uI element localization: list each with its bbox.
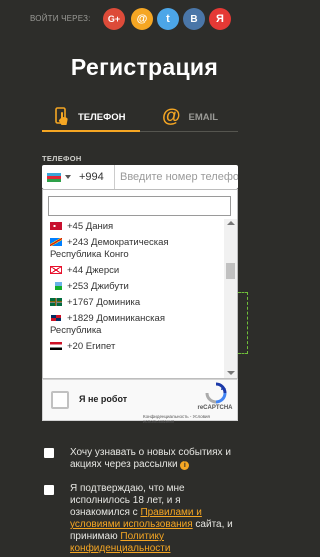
google-plus-icon: G+: [107, 14, 121, 24]
country-option-label: +1767 Доминика: [67, 297, 141, 308]
scroll-down-arrow-icon[interactable]: [227, 371, 235, 375]
phone-field-label: ТЕЛЕФОН: [42, 154, 82, 163]
tab-phone-label: ТЕЛЕФОН: [78, 111, 126, 123]
dial-code: +994: [79, 171, 104, 183]
dropdown-scrollbar[interactable]: [224, 219, 237, 378]
country-list: +45 Дания +243 Демократическая Республик…: [43, 219, 223, 378]
mail-button[interactable]: @: [131, 8, 153, 30]
dr-congo-flag-icon: [50, 238, 62, 246]
country-option-jersey[interactable]: +44 Джерси: [43, 263, 223, 279]
tab-phone[interactable]: ТЕЛЕФОН: [42, 104, 140, 130]
phone-hand-icon: [54, 107, 70, 127]
newsletter-consent-text: Хочу узнавать о новых событиях и акциях …: [70, 447, 250, 471]
scroll-up-arrow-icon[interactable]: [227, 221, 235, 225]
vk-button[interactable]: В: [183, 8, 205, 30]
country-option-dr-congo[interactable]: +243 Демократическая Республика Конго: [43, 235, 223, 263]
tab-email-label: EMAIL: [188, 111, 219, 123]
country-dropdown: +45 Дания +243 Демократическая Республик…: [42, 189, 238, 379]
recaptcha-brand: reCAPTCHA: [197, 405, 233, 411]
mail-icon: @: [136, 13, 148, 25]
egypt-flag-icon: [50, 342, 62, 350]
vk-icon: В: [190, 13, 198, 25]
chevron-down-icon: [65, 175, 71, 179]
country-option-egypt[interactable]: +20 Египет: [43, 339, 223, 355]
yandex-icon: Я: [216, 13, 224, 25]
country-search-input[interactable]: [48, 196, 231, 216]
country-option-label: +243 Демократическая Республика Конго: [50, 237, 169, 260]
twitter-icon: t: [166, 13, 170, 25]
newsletter-checkbox[interactable]: [44, 448, 54, 458]
recaptcha-checkbox[interactable]: [51, 391, 69, 409]
google-plus-button[interactable]: G+: [103, 8, 125, 30]
country-option-label: +45 Дания: [67, 221, 114, 232]
phone-field: +994: [42, 165, 238, 189]
scrollbar-thumb[interactable]: [226, 263, 235, 279]
country-option-denmark[interactable]: +45 Дания: [43, 219, 223, 235]
country-option-label: +20 Египет: [67, 341, 116, 352]
country-option-label: +44 Джерси: [67, 265, 120, 276]
country-option-dominican-republic[interactable]: +1829 Доминиканская Республика: [43, 311, 223, 339]
twitter-button[interactable]: t: [157, 8, 179, 30]
recaptcha-widget: Я не робот reCAPTCHA Конфиденциальность …: [42, 379, 238, 424]
recaptcha-logo-icon: [205, 382, 227, 404]
info-icon[interactable]: i: [180, 461, 190, 470]
jersey-flag-icon: [50, 266, 62, 274]
page-title: Регистрация: [70, 54, 219, 80]
login-via-label: ВОЙТИ ЧЕРЕЗ:: [30, 14, 91, 23]
newsletter-consent-label: Хочу узнавать о новых событиях и акциях …: [70, 447, 231, 470]
at-icon: @: [162, 106, 181, 127]
tab-phone-active-indicator: [42, 130, 140, 132]
tab-email[interactable]: @ EMAIL: [158, 104, 238, 130]
azerbaijan-flag-icon: [47, 172, 61, 182]
yandex-button[interactable]: Я: [209, 8, 231, 30]
age-terms-checkbox[interactable]: [44, 485, 54, 495]
country-option-dominica[interactable]: +1767 Доминика: [43, 295, 223, 311]
dominica-flag-icon: [50, 298, 62, 306]
denmark-flag-icon: [50, 222, 62, 230]
dominican-republic-flag-icon: [50, 314, 62, 322]
country-option-djibouti[interactable]: +253 Джибути: [43, 279, 223, 295]
captcha-focus-outline: [238, 292, 248, 354]
recaptcha-label: Я не робот: [79, 394, 128, 404]
djibouti-flag-icon: [50, 282, 62, 290]
country-code-selector[interactable]: +994: [42, 165, 115, 189]
recaptcha-privacy-links[interactable]: Конфиденциальность - Условия использован…: [143, 414, 237, 424]
country-option-label: +253 Джибути: [67, 281, 129, 292]
age-terms-consent-text: Я подтверждаю, что мне исполнилось 18 ле…: [70, 483, 240, 555]
phone-number-input[interactable]: [119, 165, 238, 189]
country-option-label: +1829 Доминиканская Республика: [50, 313, 165, 336]
